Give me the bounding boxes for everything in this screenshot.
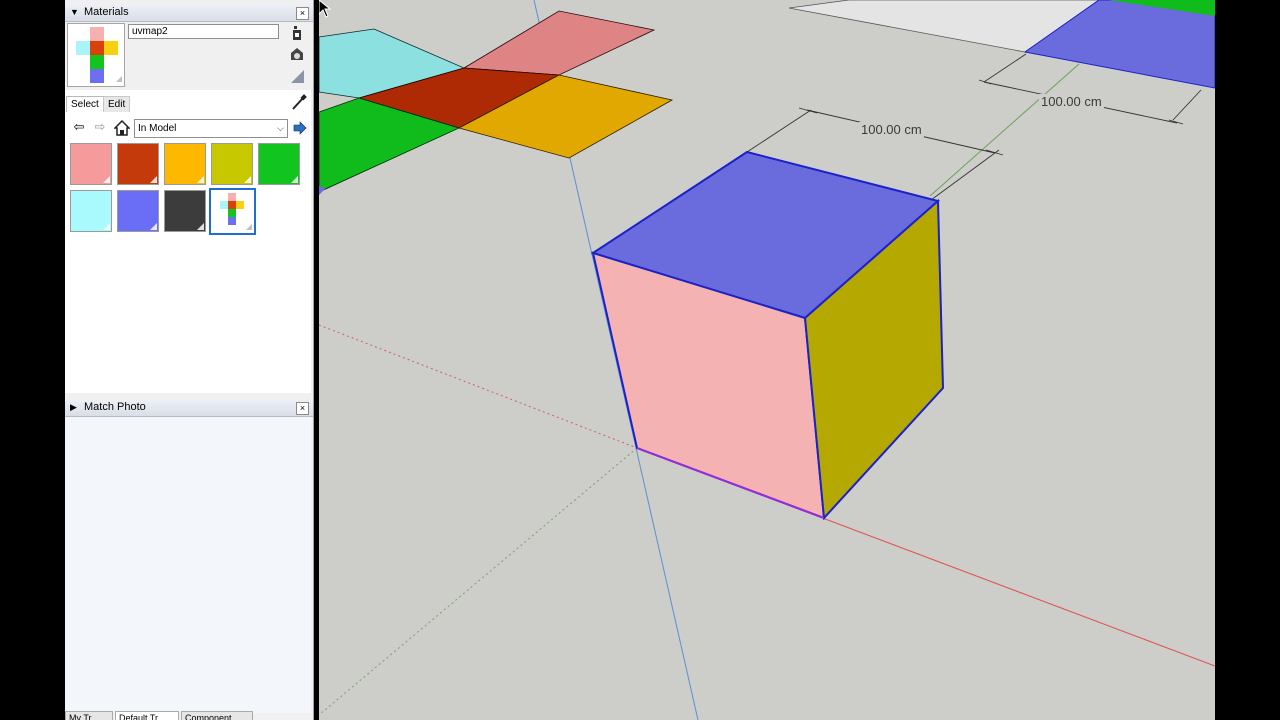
collection-value: In Model bbox=[138, 123, 177, 134]
tab-default-tray[interactable]: Default Tr bbox=[115, 711, 179, 720]
create-material-icon[interactable] bbox=[289, 25, 305, 41]
materials-title: Materials bbox=[84, 6, 129, 18]
swatch-green[interactable] bbox=[258, 143, 300, 185]
match-photo-body bbox=[65, 417, 311, 713]
corner-marker bbox=[150, 223, 157, 230]
corner-marker bbox=[103, 223, 110, 230]
corner-marker bbox=[244, 176, 251, 183]
swatch-red-orange[interactable] bbox=[117, 143, 159, 185]
tab-component[interactable]: Component bbox=[181, 711, 253, 720]
collection-dropdown[interactable]: In Model ⌵ bbox=[134, 119, 288, 138]
collapse-triangle-icon[interactable]: ▼ bbox=[70, 7, 79, 17]
uvmap-texture-preview bbox=[76, 27, 122, 83]
swatch-uvmap2[interactable] bbox=[209, 188, 256, 235]
corner-marker bbox=[150, 176, 157, 183]
swatch-dark-gray[interactable] bbox=[164, 190, 206, 232]
forward-arrow-icon[interactable]: ⇨ bbox=[91, 118, 109, 138]
swatch-light-cyan[interactable] bbox=[70, 190, 112, 232]
green-axis-solid bbox=[929, 63, 1080, 197]
corner-marker bbox=[197, 223, 204, 230]
mouse-cursor-icon bbox=[319, 0, 331, 18]
close-icon[interactable]: × bbox=[296, 7, 309, 20]
material-preview bbox=[67, 23, 125, 87]
default-material-icon[interactable] bbox=[289, 68, 305, 84]
sample-paint-icon[interactable] bbox=[291, 94, 307, 110]
match-photo-title: Match Photo bbox=[84, 401, 146, 413]
navigation-row: ⇦ ⇨ In Model ⌵ bbox=[65, 118, 311, 140]
home-icon[interactable] bbox=[113, 118, 131, 138]
model-viewport[interactable]: 100.00 cm 100.00 cm bbox=[319, 0, 1215, 720]
materials-tray: ▼ Materials × Select Edit ⇦ ⇨ bbox=[65, 0, 314, 720]
tile-pink bbox=[462, 10, 656, 76]
expand-triangle-icon[interactable]: ▶ bbox=[70, 402, 77, 413]
back-arrow-icon[interactable]: ⇦ bbox=[70, 118, 88, 138]
chevron-down-icon: ⌵ bbox=[277, 123, 284, 133]
corner-marker bbox=[291, 176, 298, 183]
corner-marker bbox=[103, 176, 110, 183]
dimension-label-back[interactable]: 100.00 cm bbox=[1039, 94, 1104, 109]
close-icon[interactable]: × bbox=[296, 402, 309, 415]
swatch-pink[interactable] bbox=[70, 143, 112, 185]
match-photo-titlebar[interactable]: ▶ Match Photo × bbox=[65, 399, 313, 417]
corner-marker bbox=[197, 176, 204, 183]
material-name-field[interactable] bbox=[128, 24, 279, 39]
swatch-blue-violet[interactable] bbox=[117, 190, 159, 232]
red-axis-dotted bbox=[319, 324, 638, 449]
swatch-orange-yellow[interactable] bbox=[164, 143, 206, 185]
tab-edit[interactable]: Edit bbox=[103, 96, 131, 112]
materials-titlebar[interactable]: ▼ Materials × bbox=[65, 4, 313, 22]
uvmap-texture-thumbnail bbox=[220, 193, 252, 230]
tab-my-tray[interactable]: My Tr bbox=[65, 711, 113, 720]
swatch-olive-yellow[interactable] bbox=[211, 143, 253, 185]
display-secondary-icon[interactable] bbox=[289, 46, 305, 62]
tab-select[interactable]: Select bbox=[66, 96, 104, 112]
dimension-label-front[interactable]: 100.00 cm bbox=[859, 122, 924, 137]
details-arrow-icon[interactable] bbox=[291, 118, 309, 138]
green-axis-dotted bbox=[319, 447, 638, 716]
